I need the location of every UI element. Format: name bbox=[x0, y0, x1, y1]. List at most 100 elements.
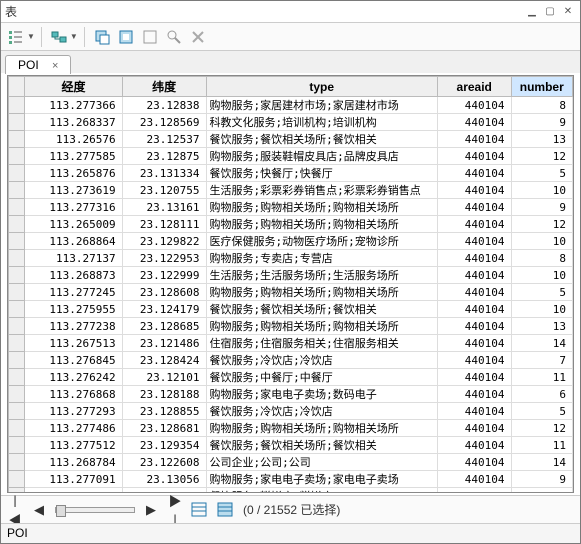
cell-lat[interactable]: 23.128569 bbox=[122, 114, 206, 131]
table-row[interactable]: 113.26587623.131334餐饮服务;快餐厅;快餐厅4401045 bbox=[9, 165, 573, 182]
cell-lng[interactable]: 113.277091 bbox=[25, 471, 122, 488]
cell-number[interactable]: 5 bbox=[511, 403, 572, 420]
show-selected-icon[interactable] bbox=[217, 502, 235, 518]
row-selector[interactable] bbox=[9, 335, 25, 352]
cell-lng[interactable]: 113.265876 bbox=[25, 165, 122, 182]
cell-lng[interactable]: 113.265009 bbox=[25, 216, 122, 233]
cell-areaid[interactable]: 440104 bbox=[437, 250, 511, 267]
row-selector[interactable] bbox=[9, 131, 25, 148]
table-row[interactable]: 113.27751223.129354餐饮服务;餐饮相关场所;餐饮相关44010… bbox=[9, 437, 573, 454]
cell-lat[interactable]: 23.122953 bbox=[122, 250, 206, 267]
table-row[interactable]: 113.27731623.13161购物服务;购物相关场所;购物相关场所4401… bbox=[9, 199, 573, 216]
cell-areaid[interactable]: 440104 bbox=[437, 369, 511, 386]
table-row[interactable]: 113.27686823.128188购物服务;家电电子卖场;数码电子44010… bbox=[9, 386, 573, 403]
cell-type[interactable]: 购物服务;购物相关场所;购物相关场所 bbox=[206, 318, 437, 335]
cell-number[interactable]: 9 bbox=[511, 471, 572, 488]
cell-lng[interactable]: 113.273619 bbox=[25, 182, 122, 199]
col-areaid[interactable]: areaid bbox=[437, 77, 511, 97]
row-selector[interactable] bbox=[9, 148, 25, 165]
cell-lat[interactable]: 23.12838 bbox=[122, 97, 206, 114]
cell-number[interactable]: 9 bbox=[511, 199, 572, 216]
cell-number[interactable]: 5 bbox=[511, 284, 572, 301]
row-selector[interactable] bbox=[9, 165, 25, 182]
cell-type[interactable]: 购物服务;家电电子卖场;数码电子 bbox=[206, 386, 437, 403]
table-row[interactable]: 113.26751323.121486住宿服务;住宿服务相关;住宿服务相关440… bbox=[9, 335, 573, 352]
cell-number[interactable]: 10 bbox=[511, 301, 572, 318]
table-row[interactable]: 113.26878423.122608公司企业;公司;公司44010414 bbox=[9, 454, 573, 471]
cell-type[interactable]: 购物服务;购物相关场所;购物相关场所 bbox=[206, 420, 437, 437]
table-row[interactable]: 113.27724523.128608购物服务;购物相关场所;购物相关场所440… bbox=[9, 284, 573, 301]
row-selector[interactable] bbox=[9, 114, 25, 131]
cell-type[interactable]: 购物服务;购物相关场所;购物相关场所 bbox=[206, 199, 437, 216]
cell-lng[interactable]: 113.268864 bbox=[25, 233, 122, 250]
cell-number[interactable]: 5 bbox=[511, 165, 572, 182]
cell-number[interactable]: 10 bbox=[511, 182, 572, 199]
delete-selection-button[interactable] bbox=[187, 26, 209, 48]
cell-lat[interactable]: 23.128855 bbox=[122, 403, 206, 420]
cell-type[interactable]: 公司企业;公司;公司 bbox=[206, 454, 437, 471]
cell-lng[interactable]: 113.267513 bbox=[25, 335, 122, 352]
cell-lng[interactable]: 113.277512 bbox=[25, 437, 122, 454]
row-selector[interactable] bbox=[9, 454, 25, 471]
cell-type[interactable]: 餐饮服务;餐饮相关场所;餐饮相关 bbox=[206, 437, 437, 454]
cell-lng[interactable]: 113.277486 bbox=[25, 420, 122, 437]
col-type[interactable]: type bbox=[206, 77, 437, 97]
cell-areaid[interactable]: 440104 bbox=[437, 165, 511, 182]
cell-lat[interactable]: 23.128608 bbox=[122, 284, 206, 301]
cell-number[interactable]: 12 bbox=[511, 420, 572, 437]
col-number[interactable]: number bbox=[511, 77, 572, 97]
cell-lat[interactable]: 23.121486 bbox=[122, 335, 206, 352]
cell-number[interactable]: 12 bbox=[511, 216, 572, 233]
cell-areaid[interactable]: 440104 bbox=[437, 284, 511, 301]
cell-lng[interactable]: 113.276845 bbox=[25, 352, 122, 369]
cell-lng[interactable]: 113.268337 bbox=[25, 114, 122, 131]
cell-areaid[interactable]: 440104 bbox=[437, 301, 511, 318]
row-selector[interactable] bbox=[9, 318, 25, 335]
table-row[interactable]: 113.27361923.120755生活服务;彩票彩券销售点;彩票彩券销售点4… bbox=[9, 182, 573, 199]
row-selector[interactable] bbox=[9, 267, 25, 284]
cell-lng[interactable]: 113.277293 bbox=[25, 403, 122, 420]
cell-number[interactable]: 6 bbox=[511, 386, 572, 403]
select-by-attributes-button[interactable] bbox=[91, 26, 113, 48]
cell-type[interactable]: 餐饮服务;餐饮相关场所;餐饮相关 bbox=[206, 131, 437, 148]
table-options-button[interactable] bbox=[5, 26, 27, 48]
table-row[interactable]: 113.27748623.128681购物服务;购物相关场所;购物相关场所440… bbox=[9, 420, 573, 437]
cell-type[interactable]: 购物服务;购物相关场所;购物相关场所 bbox=[206, 284, 437, 301]
cell-lat[interactable]: 23.122999 bbox=[122, 267, 206, 284]
cell-areaid[interactable]: 440104 bbox=[437, 199, 511, 216]
cell-number[interactable]: 8 bbox=[511, 97, 572, 114]
cell-number[interactable]: 12 bbox=[511, 148, 572, 165]
table-row[interactable]: 113.27595523.124179餐饮服务;餐饮相关场所;餐饮相关44010… bbox=[9, 301, 573, 318]
cell-lng[interactable]: 113.275955 bbox=[25, 301, 122, 318]
row-selector[interactable] bbox=[9, 97, 25, 114]
row-selector[interactable] bbox=[9, 488, 25, 494]
cell-lat[interactable]: 23.13161 bbox=[122, 199, 206, 216]
table-row[interactable]: 113.26887323.122999生活服务;生活服务场所;生活服务场所440… bbox=[9, 267, 573, 284]
cell-lng[interactable]: 113.277238 bbox=[25, 318, 122, 335]
cell-type[interactable]: 生活服务;生活服务场所;生活服务场所 bbox=[206, 267, 437, 284]
table-row[interactable]: 113.26500923.128111购物服务;购物相关场所;购物相关场所440… bbox=[9, 216, 573, 233]
row-selector[interactable] bbox=[9, 369, 25, 386]
cell-areaid[interactable]: 440104 bbox=[437, 131, 511, 148]
cell-lng[interactable]: 113.277316 bbox=[25, 199, 122, 216]
cell-lat[interactable]: 23.12101 bbox=[122, 369, 206, 386]
row-selector[interactable] bbox=[9, 420, 25, 437]
table-row[interactable]: 113.26886423.129822医疗保健服务;动物医疗场所;宠物诊所440… bbox=[9, 233, 573, 250]
row-selector[interactable] bbox=[9, 403, 25, 420]
cell-number[interactable]: 10 bbox=[511, 233, 572, 250]
cell-type[interactable]: 餐饮服务;冷饮店;冷饮店 bbox=[206, 352, 437, 369]
table-row[interactable]: 113.26833723.128569科教文化服务;培训机构;培训机构44010… bbox=[9, 114, 573, 131]
cell-number[interactable]: 14 bbox=[511, 335, 572, 352]
row-selector-header[interactable] bbox=[9, 77, 25, 97]
cell-number[interactable]: 11 bbox=[511, 437, 572, 454]
cell-type[interactable]: 餐饮服务;餐饮相关场所;餐饮相关 bbox=[206, 301, 437, 318]
cell-areaid[interactable]: 440104 bbox=[437, 454, 511, 471]
cell-type[interactable]: 购物服务;服装鞋帽皮具店;品牌皮具店 bbox=[206, 148, 437, 165]
cell-areaid[interactable]: 440104 bbox=[437, 386, 511, 403]
cell-lat[interactable]: 23.131334 bbox=[122, 165, 206, 182]
cell-lat[interactable]: 23.122608 bbox=[122, 454, 206, 471]
table-row[interactable]: 113.27624223.12101餐饮服务;中餐厅;中餐厅44010411 bbox=[9, 369, 573, 386]
related-tables-button[interactable] bbox=[48, 26, 70, 48]
cell-lat[interactable]: 23.124179 bbox=[122, 301, 206, 318]
cell-type[interactable]: 购物服务;购物相关场所;购物相关场所 bbox=[206, 216, 437, 233]
